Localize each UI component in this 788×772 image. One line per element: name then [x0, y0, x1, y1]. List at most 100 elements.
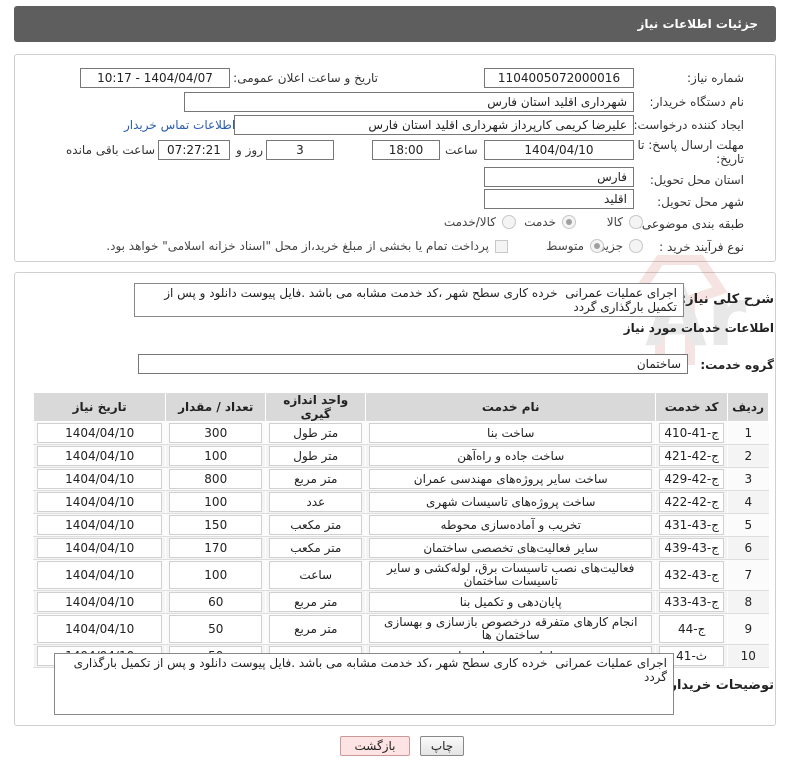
- row-number-cell: 9: [727, 613, 769, 645]
- table-row: 8 ج-43-433 پایان‌دهی و تکمیل بنا متر مربع 60…: [32, 590, 769, 614]
- need-date-cell: 1404/04/10: [32, 536, 166, 560]
- process-option-medium[interactable]: متوسط: [546, 239, 604, 253]
- need-date-cell: 1404/04/10: [32, 421, 166, 445]
- service-name-cell: ساخت بنا: [365, 421, 656, 445]
- service-code-value: ج-42-421: [659, 446, 725, 466]
- deadline-time-label: ساعت: [445, 143, 478, 157]
- radio-selected-icon[interactable]: [590, 239, 604, 253]
- quantity-cell: 300: [165, 421, 266, 445]
- radio-selected-icon[interactable]: [562, 215, 576, 229]
- radio-icon[interactable]: [629, 239, 643, 253]
- service-name-cell: انجام کارهای متفرقه درخصوص بازسازی و بهس…: [365, 613, 656, 645]
- service-name-value: انجام کارهای متفرقه درخصوص بازسازی و بهس…: [369, 615, 653, 643]
- buyer-notes-text[interactable]: اجرای عملیات عمرانی خرده کاری سطح شهر ،ک…: [54, 653, 674, 715]
- row-number-cell: 8: [727, 590, 769, 614]
- row-number-cell: 2: [727, 444, 769, 468]
- deadline-date-field[interactable]: 1404/04/10: [484, 140, 634, 160]
- unit-value: عدد: [269, 492, 363, 512]
- quantity-value: 170: [169, 538, 263, 558]
- days-label: روز و: [236, 143, 263, 157]
- need-date-cell: 1404/04/10: [32, 467, 166, 491]
- buyer-org-label: نام دستگاه خریدار:: [649, 95, 745, 109]
- service-name-cell: ساخت جاده و راه‌آهن: [365, 444, 656, 468]
- announce-datetime-field[interactable]: 1404/04/07 - 10:17: [80, 68, 230, 88]
- unit-value: متر طول: [269, 423, 363, 443]
- unit-value: متر مکعب: [269, 538, 363, 558]
- col-qty-header: تعداد / مقدار: [165, 392, 267, 422]
- need-date-value: 1404/04/10: [37, 538, 163, 558]
- checkbox-icon[interactable]: [495, 239, 508, 253]
- quantity-value: 100: [169, 446, 263, 466]
- service-code-cell: ج-44: [655, 613, 728, 645]
- service-code-value: ج-43-433: [659, 592, 725, 612]
- need-date-value: 1404/04/10: [37, 469, 163, 489]
- service-name-cell: فعالیت‌های نصب تاسیسات برق، لوله‌کشی و س…: [365, 559, 656, 591]
- need-date-cell: 1404/04/10: [32, 513, 166, 537]
- service-code-cell: ج-42-421: [655, 444, 728, 468]
- buyer-contact-link[interactable]: اطلاعات تماس خریدار: [124, 118, 235, 132]
- service-code-value: ج-43-439: [659, 538, 725, 558]
- deadline-label: مهلت ارسال پاسخ: تا تاریخ:: [637, 138, 744, 166]
- quantity-value: 100: [169, 561, 263, 589]
- category-option-goods[interactable]: کالا: [607, 215, 643, 229]
- service-name-value: ساخت جاده و راه‌آهن: [369, 446, 653, 466]
- service-group-field[interactable]: ساختمان: [138, 354, 688, 374]
- quantity-value: 300: [169, 423, 263, 443]
- quantity-cell: 100: [165, 490, 266, 514]
- province-label: استان محل تحویل:: [649, 173, 744, 187]
- print-button[interactable]: چاپ: [420, 736, 464, 756]
- service-name-cell: سایر فعالیت‌های تخصصی ساختمان: [365, 536, 656, 560]
- service-code-value: ج-41-410: [659, 423, 725, 443]
- table-row: 4 ج-42-422 ساخت پروژه‌های تاسیسات شهری عدد 1…: [32, 490, 769, 514]
- row-number-cell: 3: [727, 467, 769, 491]
- days-remaining-field[interactable]: 3: [266, 140, 334, 160]
- quantity-cell: 800: [165, 467, 266, 491]
- quantity-value: 800: [169, 469, 263, 489]
- need-date-value: 1404/04/10: [37, 615, 163, 643]
- need-date-value: 1404/04/10: [37, 492, 163, 512]
- service-group-label: گروه خدمت:: [700, 358, 774, 372]
- remaining-time-label: ساعت باقی مانده: [66, 143, 156, 157]
- unit-value: متر طول: [269, 446, 363, 466]
- service-name-value: فعالیت‌های نصب تاسیسات برق، لوله‌کشی و س…: [369, 561, 653, 589]
- radio-icon[interactable]: [629, 215, 643, 229]
- col-code-header: کد خدمت: [655, 392, 729, 422]
- services-table: ردیف کد خدمت نام خدمت واحد اندازه گیری ت…: [32, 392, 769, 668]
- remaining-time-field[interactable]: 07:27:21: [158, 140, 230, 160]
- table-row: 7 ج-43-432 فعالیت‌های نصب تاسیسات برق، لول…: [32, 559, 769, 591]
- service-code-cell: ج-42-422: [655, 490, 728, 514]
- creator-label: ایجاد کننده درخواست:: [633, 118, 744, 132]
- process-label: نوع فرآیند خرید :: [659, 240, 744, 254]
- row-number-cell: 7: [727, 559, 769, 591]
- quantity-cell: 60: [165, 590, 266, 614]
- need-date-cell: 1404/04/10: [32, 559, 166, 591]
- quantity-value: 60: [169, 592, 263, 612]
- province-field[interactable]: فارس: [484, 167, 634, 187]
- category-option-service[interactable]: خدمت: [524, 215, 576, 229]
- unit-cell: متر مربع: [265, 590, 366, 614]
- need-number-field[interactable]: 1104005072000016: [484, 68, 634, 88]
- service-name-cell: ساخت سایر پروژه‌های مهندسی عمران: [365, 467, 656, 491]
- service-name-cell: تخریب و آماده‌سازی محوطه: [365, 513, 656, 537]
- unit-cell: ساعت: [265, 559, 366, 591]
- need-date-cell: 1404/04/10: [32, 444, 166, 468]
- service-code-value: ج-42-429: [659, 469, 725, 489]
- payment-treasury-checkbox[interactable]: پرداخت تمام یا بخشی از مبلغ خرید،از محل …: [106, 239, 508, 253]
- back-button[interactable]: بازگشت: [340, 736, 410, 756]
- creator-field[interactable]: علیرضا کریمی کارپرداز شهرداری اقلید استا…: [234, 115, 634, 135]
- buyer-org-field[interactable]: شهرداری اقلید استان فارس: [184, 92, 634, 112]
- table-row: 2 ج-42-421 ساخت جاده و راه‌آهن متر طول 100 14…: [32, 444, 769, 468]
- service-name-value: ساخت پروژه‌های تاسیسات شهری: [369, 492, 653, 512]
- city-field[interactable]: اقلید: [484, 189, 634, 209]
- category-option-goods-service[interactable]: کالا/خدمت: [444, 215, 516, 229]
- page-header: جزئیات اطلاعات نیاز: [14, 6, 776, 42]
- need-date-value: 1404/04/10: [37, 515, 163, 535]
- deadline-time-field[interactable]: 18:00: [372, 140, 440, 160]
- category-label: طبقه بندی موضوعی:: [637, 217, 744, 231]
- col-name-header: نام خدمت: [365, 392, 657, 422]
- radio-icon[interactable]: [502, 215, 516, 229]
- need-date-value: 1404/04/10: [37, 446, 163, 466]
- general-description-text[interactable]: اجرای عملیات عمرانی خرده کاری سطح شهر ،ک…: [134, 283, 684, 317]
- service-code-value: ج-44: [659, 615, 725, 643]
- quantity-cell: 170: [165, 536, 266, 560]
